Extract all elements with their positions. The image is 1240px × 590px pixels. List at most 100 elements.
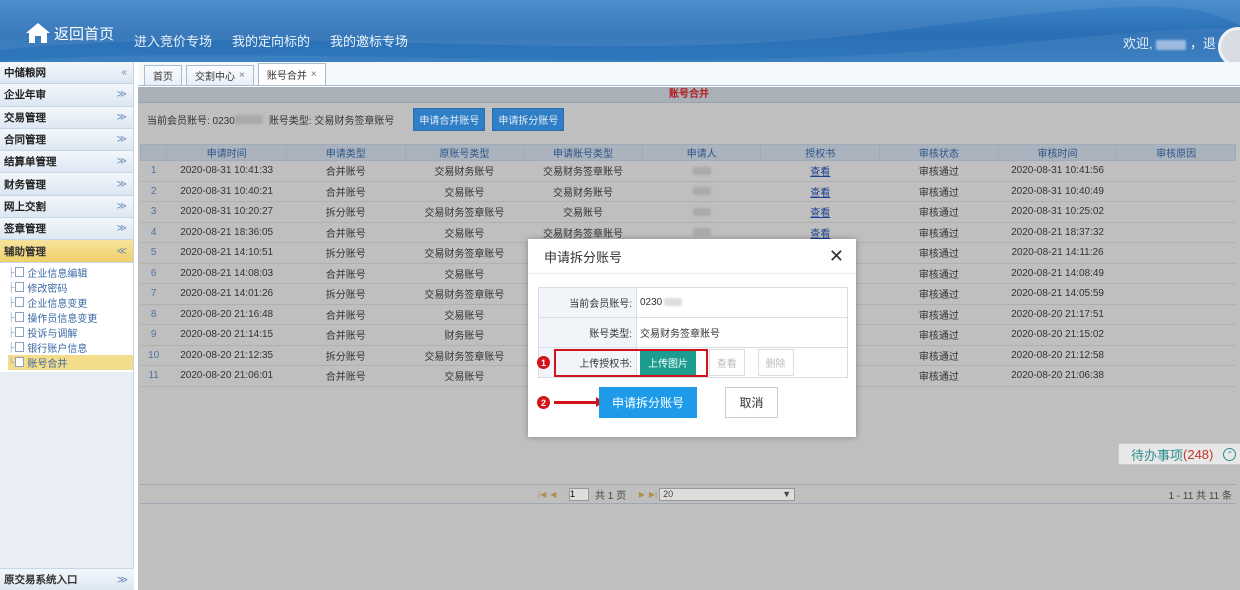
document-icon — [15, 297, 25, 308]
view-button[interactable]: 查看 — [708, 349, 745, 376]
table-cell — [1116, 201, 1236, 223]
table-cell: 交易财务签章账号 — [405, 345, 524, 366]
table-cell[interactable]: 查看 — [760, 160, 880, 182]
close-icon[interactable]: ✕ — [829, 247, 844, 265]
expand-icon: ≫ — [116, 134, 127, 146]
sidebar-subitem-company-change[interactable]: ├ 企业信息变更 — [8, 295, 133, 310]
table-row[interactable]: 2 2020-08-31 10:40:21 合并账号 交易账号 交易财务账号 查看 审核通过… — [140, 181, 1236, 202]
nav-invited[interactable]: 我的邀标专场 — [330, 31, 408, 50]
page-number-input[interactable] — [569, 487, 589, 501]
table-header: 审核原因 — [1116, 144, 1236, 161]
table-cell: 合并账号 — [286, 222, 406, 243]
sidebar-item-trade[interactable]: 交易管理 ≫ — [0, 106, 133, 129]
pagination-info: 1 - 11 共 11 条 — [1168, 490, 1232, 502]
nav-directed[interactable]: 我的定向标的 — [232, 31, 310, 50]
table-cell — [642, 160, 761, 182]
tab-label: 首页 — [153, 72, 173, 83]
table-cell: 2020-08-20 21:17:51 — [998, 304, 1117, 325]
document-icon — [15, 312, 25, 323]
table-row[interactable]: 1 2020-08-31 10:41:33 合并账号 交易财务账号 交易财务签章账号 查看… — [140, 160, 1236, 182]
table-cell: 拆分账号 — [286, 345, 406, 366]
table-cell: 2020-08-20 21:16:48 — [166, 304, 287, 325]
table-cell — [1116, 181, 1236, 202]
sidebar-item-contract[interactable]: 合同管理 ≫ — [0, 128, 133, 152]
table-cell: 拆分账号 — [286, 283, 406, 305]
page-size-select[interactable]: 20 ▼ — [659, 487, 796, 501]
table-cell[interactable]: 查看 — [760, 181, 880, 202]
table-header: 授权书 — [760, 144, 881, 161]
collapse-icon: ≪ — [116, 245, 127, 257]
home-link[interactable]: 返回首页 — [25, 22, 114, 44]
sidebar-item-seal[interactable]: 签章管理 ≫ — [0, 218, 133, 241]
table-cell: 2020-08-31 10:41:56 — [998, 160, 1117, 182]
apply-merge-button[interactable]: 申请合并账号 — [413, 107, 486, 131]
sidebar-item-annual[interactable]: 企业年审 ≫ — [0, 84, 133, 107]
chevron-up-icon[interactable]: ⌃ — [1223, 447, 1237, 461]
sidebar-subitem-complaint[interactable]: ├ 投诉与调解 — [8, 325, 133, 340]
table-cell: 合并账号 — [286, 324, 406, 346]
sidebar-item-settlement[interactable]: 结算单管理 ≫ — [0, 151, 133, 174]
tab-delivery-center[interactable]: 交割中心 × — [186, 65, 254, 85]
table-cell: 2020-08-21 14:10:51 — [166, 242, 287, 264]
sidebar-subitem-label: 企业信息变更 — [27, 298, 88, 310]
table-cell: 2020-08-21 14:08:49 — [998, 263, 1117, 284]
sidebar-item-label: 企业年审 — [4, 89, 46, 102]
view-authorization-link[interactable]: 查看 — [810, 208, 830, 219]
view-authorization-link[interactable]: 查看 — [810, 188, 830, 199]
todo-widget[interactable]: 待办事项 (248) ⌃ — [1118, 443, 1240, 465]
dialog-title: 申请拆分账号 — [544, 249, 623, 265]
tab-account-merge[interactable]: 账号合并 × — [257, 63, 326, 85]
sidebar-subitem-label: 银行账户信息 — [27, 343, 88, 355]
close-icon[interactable]: × — [311, 69, 317, 80]
prev-page-icon[interactable]: ◀ — [550, 490, 556, 499]
sidebar-item-auxiliary[interactable]: 辅助管理 ≪ — [0, 240, 133, 263]
sidebar-item-finance[interactable]: 财务管理 ≫ — [0, 173, 133, 196]
last-page-icon[interactable]: ▶| — [649, 490, 657, 499]
sidebar-item-delivery[interactable]: 网上交割 ≫ — [0, 195, 133, 219]
sidebar-subitem-operator-change[interactable]: ├ 操作员信息变更 — [8, 310, 133, 325]
member-account-value: 0230 — [636, 287, 848, 318]
row-index: 10 — [140, 345, 167, 366]
table-cell: 审核通过 — [879, 201, 999, 223]
row-index: 11 — [140, 365, 167, 387]
table-cell: 交易财务账号 — [523, 181, 643, 202]
sidebar-subitem-account-merge[interactable]: └ 账号合并 — [8, 354, 133, 370]
sidebar-item-zcl[interactable]: 中储粮网 « — [0, 62, 133, 85]
sidebar-item-label: 辅助管理 — [4, 245, 46, 258]
expand-icon: ≫ — [116, 223, 127, 235]
sidebar-subitem-label: 投诉与调解 — [27, 328, 78, 340]
table-cell: 交易账号 — [405, 222, 524, 243]
sidebar-item-legacy[interactable]: 原交易系统入口 ≫ — [0, 568, 134, 590]
tree-line-icon: ├ — [8, 282, 15, 293]
account-type-label: 账号类型: 交易财务签章账号 — [268, 115, 395, 127]
close-icon[interactable]: × — [239, 70, 245, 81]
table-cell: 合并账号 — [286, 365, 406, 387]
document-icon — [15, 342, 25, 353]
delete-button[interactable]: 删除 — [757, 349, 794, 376]
submit-split-button[interactable]: 申请拆分账号 — [599, 387, 697, 418]
table-cell — [1116, 365, 1236, 387]
table-cell[interactable]: 查看 — [760, 201, 880, 223]
sidebar-subitem-company-edit[interactable]: ├ 企业信息编辑 — [8, 265, 133, 280]
table-row[interactable]: 3 2020-08-31 10:20:27 拆分账号 交易财务签章账号 交易账号 查看 审核… — [140, 201, 1236, 223]
sidebar-subitem-label: 账号合并 — [27, 358, 68, 370]
view-authorization-link[interactable]: 查看 — [810, 167, 830, 178]
table-cell — [642, 201, 761, 223]
table-cell: 2020-08-20 21:15:02 — [998, 324, 1117, 346]
logout-link[interactable]: ，退 — [1190, 36, 1216, 51]
table-cell: 2020-08-21 14:01:26 — [166, 283, 287, 305]
tree-line-icon: └ — [8, 357, 15, 368]
first-page-icon[interactable]: |◀ — [538, 490, 546, 499]
sidebar-subitem-bank[interactable]: ├ 银行账户信息 — [8, 340, 133, 355]
tab-home[interactable]: 首页 — [144, 65, 182, 85]
next-page-icon[interactable]: ▶ — [639, 490, 645, 499]
table-cell: 审核通过 — [879, 263, 999, 284]
collapse-icon[interactable]: « — [121, 67, 127, 78]
total-pages-text: 共 1 页 — [595, 490, 627, 502]
sidebar-subitem-password[interactable]: ├ 修改密码 — [8, 280, 133, 295]
table-cell: 交易账号 — [405, 304, 524, 325]
apply-split-button[interactable]: 申请拆分账号 — [492, 107, 565, 131]
table-cell: 交易账号 — [405, 365, 524, 387]
nav-bidding[interactable]: 进入竞价专场 — [134, 31, 212, 50]
cancel-button[interactable]: 取消 — [725, 387, 778, 418]
